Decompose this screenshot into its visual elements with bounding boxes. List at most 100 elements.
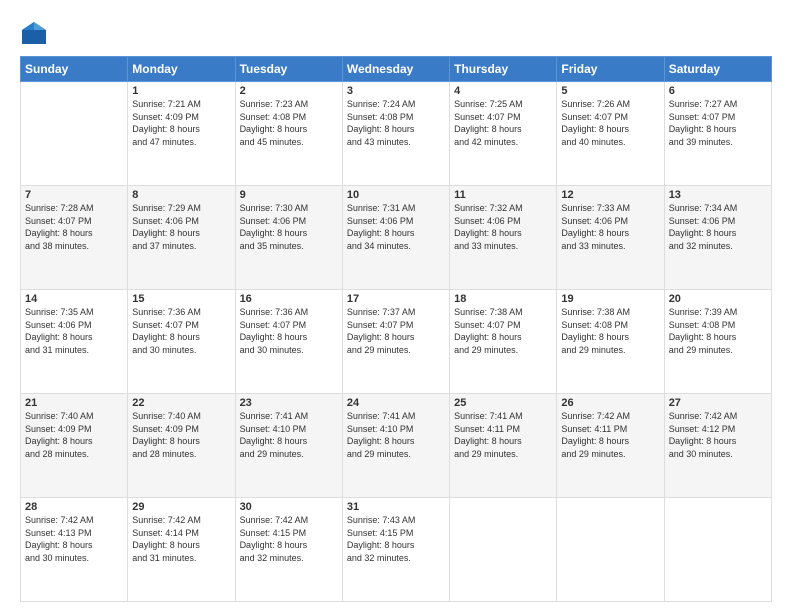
day-info: Sunrise: 7:42 AMSunset: 4:14 PMDaylight:… bbox=[132, 514, 230, 564]
day-number: 17 bbox=[347, 293, 445, 305]
header bbox=[20, 16, 772, 48]
day-info: Sunrise: 7:38 AMSunset: 4:08 PMDaylight:… bbox=[561, 306, 659, 356]
day-number: 2 bbox=[240, 85, 338, 97]
calendar-cell: 3Sunrise: 7:24 AMSunset: 4:08 PMDaylight… bbox=[342, 82, 449, 186]
calendar-cell: 13Sunrise: 7:34 AMSunset: 4:06 PMDayligh… bbox=[664, 186, 771, 290]
calendar-cell: 1Sunrise: 7:21 AMSunset: 4:09 PMDaylight… bbox=[128, 82, 235, 186]
calendar-cell: 15Sunrise: 7:36 AMSunset: 4:07 PMDayligh… bbox=[128, 290, 235, 394]
day-number: 16 bbox=[240, 293, 338, 305]
day-info: Sunrise: 7:39 AMSunset: 4:08 PMDaylight:… bbox=[669, 306, 767, 356]
day-info: Sunrise: 7:36 AMSunset: 4:07 PMDaylight:… bbox=[132, 306, 230, 356]
day-info: Sunrise: 7:35 AMSunset: 4:06 PMDaylight:… bbox=[25, 306, 123, 356]
day-info: Sunrise: 7:42 AMSunset: 4:12 PMDaylight:… bbox=[669, 410, 767, 460]
day-info: Sunrise: 7:41 AMSunset: 4:11 PMDaylight:… bbox=[454, 410, 552, 460]
weekday-header-friday: Friday bbox=[557, 57, 664, 82]
day-info: Sunrise: 7:40 AMSunset: 4:09 PMDaylight:… bbox=[25, 410, 123, 460]
day-info: Sunrise: 7:26 AMSunset: 4:07 PMDaylight:… bbox=[561, 98, 659, 148]
day-info: Sunrise: 7:34 AMSunset: 4:06 PMDaylight:… bbox=[669, 202, 767, 252]
day-info: Sunrise: 7:41 AMSunset: 4:10 PMDaylight:… bbox=[347, 410, 445, 460]
day-info: Sunrise: 7:42 AMSunset: 4:15 PMDaylight:… bbox=[240, 514, 338, 564]
calendar-cell: 8Sunrise: 7:29 AMSunset: 4:06 PMDaylight… bbox=[128, 186, 235, 290]
calendar-cell: 21Sunrise: 7:40 AMSunset: 4:09 PMDayligh… bbox=[21, 394, 128, 498]
calendar-cell bbox=[557, 498, 664, 602]
weekday-header-tuesday: Tuesday bbox=[235, 57, 342, 82]
day-number: 23 bbox=[240, 397, 338, 409]
day-number: 18 bbox=[454, 293, 552, 305]
calendar-cell bbox=[450, 498, 557, 602]
day-info: Sunrise: 7:38 AMSunset: 4:07 PMDaylight:… bbox=[454, 306, 552, 356]
day-number: 20 bbox=[669, 293, 767, 305]
weekday-header-thursday: Thursday bbox=[450, 57, 557, 82]
day-number: 6 bbox=[669, 85, 767, 97]
day-info: Sunrise: 7:37 AMSunset: 4:07 PMDaylight:… bbox=[347, 306, 445, 356]
day-number: 24 bbox=[347, 397, 445, 409]
day-number: 9 bbox=[240, 189, 338, 201]
weekday-header-wednesday: Wednesday bbox=[342, 57, 449, 82]
weekday-header-row: SundayMondayTuesdayWednesdayThursdayFrid… bbox=[21, 57, 772, 82]
day-number: 22 bbox=[132, 397, 230, 409]
day-number: 26 bbox=[561, 397, 659, 409]
calendar-cell: 6Sunrise: 7:27 AMSunset: 4:07 PMDaylight… bbox=[664, 82, 771, 186]
day-info: Sunrise: 7:42 AMSunset: 4:13 PMDaylight:… bbox=[25, 514, 123, 564]
calendar-table: SundayMondayTuesdayWednesdayThursdayFrid… bbox=[20, 56, 772, 602]
day-info: Sunrise: 7:41 AMSunset: 4:10 PMDaylight:… bbox=[240, 410, 338, 460]
day-info: Sunrise: 7:31 AMSunset: 4:06 PMDaylight:… bbox=[347, 202, 445, 252]
calendar-week-2: 7Sunrise: 7:28 AMSunset: 4:07 PMDaylight… bbox=[21, 186, 772, 290]
day-number: 3 bbox=[347, 85, 445, 97]
day-info: Sunrise: 7:40 AMSunset: 4:09 PMDaylight:… bbox=[132, 410, 230, 460]
calendar-cell: 30Sunrise: 7:42 AMSunset: 4:15 PMDayligh… bbox=[235, 498, 342, 602]
calendar-cell bbox=[21, 82, 128, 186]
calendar-cell: 24Sunrise: 7:41 AMSunset: 4:10 PMDayligh… bbox=[342, 394, 449, 498]
day-info: Sunrise: 7:28 AMSunset: 4:07 PMDaylight:… bbox=[25, 202, 123, 252]
calendar-cell: 4Sunrise: 7:25 AMSunset: 4:07 PMDaylight… bbox=[450, 82, 557, 186]
day-info: Sunrise: 7:24 AMSunset: 4:08 PMDaylight:… bbox=[347, 98, 445, 148]
day-number: 14 bbox=[25, 293, 123, 305]
calendar-cell: 20Sunrise: 7:39 AMSunset: 4:08 PMDayligh… bbox=[664, 290, 771, 394]
calendar-cell: 17Sunrise: 7:37 AMSunset: 4:07 PMDayligh… bbox=[342, 290, 449, 394]
day-info: Sunrise: 7:30 AMSunset: 4:06 PMDaylight:… bbox=[240, 202, 338, 252]
calendar-cell: 14Sunrise: 7:35 AMSunset: 4:06 PMDayligh… bbox=[21, 290, 128, 394]
calendar-cell: 7Sunrise: 7:28 AMSunset: 4:07 PMDaylight… bbox=[21, 186, 128, 290]
calendar-cell: 23Sunrise: 7:41 AMSunset: 4:10 PMDayligh… bbox=[235, 394, 342, 498]
calendar-cell: 19Sunrise: 7:38 AMSunset: 4:08 PMDayligh… bbox=[557, 290, 664, 394]
day-number: 21 bbox=[25, 397, 123, 409]
day-info: Sunrise: 7:42 AMSunset: 4:11 PMDaylight:… bbox=[561, 410, 659, 460]
day-number: 4 bbox=[454, 85, 552, 97]
calendar-cell bbox=[664, 498, 771, 602]
day-number: 28 bbox=[25, 501, 123, 513]
day-number: 1 bbox=[132, 85, 230, 97]
calendar-week-5: 28Sunrise: 7:42 AMSunset: 4:13 PMDayligh… bbox=[21, 498, 772, 602]
calendar-cell: 18Sunrise: 7:38 AMSunset: 4:07 PMDayligh… bbox=[450, 290, 557, 394]
calendar-cell: 16Sunrise: 7:36 AMSunset: 4:07 PMDayligh… bbox=[235, 290, 342, 394]
day-number: 15 bbox=[132, 293, 230, 305]
calendar-week-3: 14Sunrise: 7:35 AMSunset: 4:06 PMDayligh… bbox=[21, 290, 772, 394]
day-number: 13 bbox=[669, 189, 767, 201]
day-info: Sunrise: 7:23 AMSunset: 4:08 PMDaylight:… bbox=[240, 98, 338, 148]
calendar-cell: 2Sunrise: 7:23 AMSunset: 4:08 PMDaylight… bbox=[235, 82, 342, 186]
calendar-cell: 9Sunrise: 7:30 AMSunset: 4:06 PMDaylight… bbox=[235, 186, 342, 290]
day-info: Sunrise: 7:29 AMSunset: 4:06 PMDaylight:… bbox=[132, 202, 230, 252]
day-number: 25 bbox=[454, 397, 552, 409]
weekday-header-sunday: Sunday bbox=[21, 57, 128, 82]
logo bbox=[20, 20, 52, 48]
calendar-cell: 25Sunrise: 7:41 AMSunset: 4:11 PMDayligh… bbox=[450, 394, 557, 498]
calendar-week-1: 1Sunrise: 7:21 AMSunset: 4:09 PMDaylight… bbox=[21, 82, 772, 186]
logo-icon bbox=[20, 20, 48, 48]
calendar-cell: 26Sunrise: 7:42 AMSunset: 4:11 PMDayligh… bbox=[557, 394, 664, 498]
day-number: 27 bbox=[669, 397, 767, 409]
day-info: Sunrise: 7:43 AMSunset: 4:15 PMDaylight:… bbox=[347, 514, 445, 564]
weekday-header-monday: Monday bbox=[128, 57, 235, 82]
calendar-cell: 27Sunrise: 7:42 AMSunset: 4:12 PMDayligh… bbox=[664, 394, 771, 498]
day-number: 10 bbox=[347, 189, 445, 201]
calendar-cell: 22Sunrise: 7:40 AMSunset: 4:09 PMDayligh… bbox=[128, 394, 235, 498]
calendar-week-4: 21Sunrise: 7:40 AMSunset: 4:09 PMDayligh… bbox=[21, 394, 772, 498]
day-number: 11 bbox=[454, 189, 552, 201]
weekday-header-saturday: Saturday bbox=[664, 57, 771, 82]
calendar-cell: 12Sunrise: 7:33 AMSunset: 4:06 PMDayligh… bbox=[557, 186, 664, 290]
calendar-cell: 10Sunrise: 7:31 AMSunset: 4:06 PMDayligh… bbox=[342, 186, 449, 290]
calendar-cell: 28Sunrise: 7:42 AMSunset: 4:13 PMDayligh… bbox=[21, 498, 128, 602]
calendar-cell: 29Sunrise: 7:42 AMSunset: 4:14 PMDayligh… bbox=[128, 498, 235, 602]
day-info: Sunrise: 7:27 AMSunset: 4:07 PMDaylight:… bbox=[669, 98, 767, 148]
calendar-cell: 5Sunrise: 7:26 AMSunset: 4:07 PMDaylight… bbox=[557, 82, 664, 186]
page: SundayMondayTuesdayWednesdayThursdayFrid… bbox=[0, 0, 792, 612]
